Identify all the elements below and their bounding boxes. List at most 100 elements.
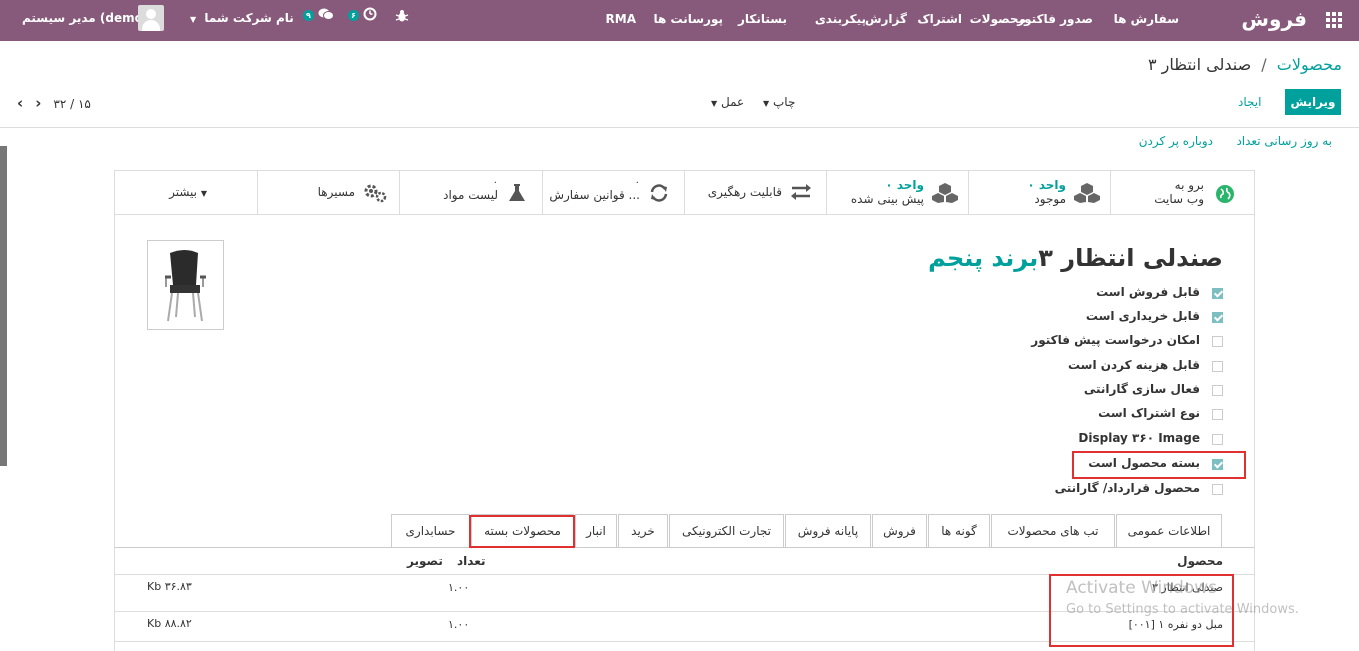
on-hand-label: موجود <box>1034 192 1066 206</box>
reordering-rules-button[interactable]: ۰ قوانین سفارش ... <box>542 171 684 214</box>
flag-label: قابل هزینه کردن است <box>1067 358 1200 372</box>
clock-icon <box>363 7 377 21</box>
tab-sales[interactable]: فروش <box>872 514 927 548</box>
chat-icon <box>318 8 335 20</box>
chevron-down-icon: ▼ <box>190 15 197 24</box>
go-to-website-button[interactable]: برو به وب سایت <box>1110 171 1254 214</box>
update-quantity-button[interactable]: به روز رسانی تعداد <box>1236 134 1332 148</box>
on-hand-value: ۰ واحد <box>1027 178 1066 192</box>
smart-buttons-box: برو به وب سایت ۰ واحد موجود ۰ واحد پیش ب… <box>115 171 1254 215</box>
pager-value[interactable]: ۳۲ / ۱۵ <box>53 97 90 111</box>
tab-general-info[interactable]: اطلاعات عمومی <box>1116 514 1222 548</box>
activities-badge: ۶ <box>348 10 359 21</box>
exchange-icon <box>790 183 812 203</box>
menu-orders[interactable]: سفارش ها <box>1114 12 1179 26</box>
traceability-label: قابلیت رهگیری <box>707 185 782 199</box>
checkbox-icon[interactable] <box>1212 409 1223 420</box>
activation-watermark-subtitle: Go to Settings to activate Windows. <box>1066 602 1299 617</box>
flag-label: محصول قرارداد/ گارانتی <box>1054 481 1200 495</box>
checkbox-icon[interactable] <box>1212 434 1223 445</box>
checkbox-icon[interactable] <box>1212 484 1223 495</box>
cubes-icon <box>932 183 958 203</box>
pager-next-icon[interactable]: › <box>35 94 41 112</box>
highlight-box-bundle-tab <box>469 515 575 548</box>
checkbox-icon[interactable] <box>1212 385 1223 396</box>
checkbox-checked-icon[interactable] <box>1212 312 1223 323</box>
cell-image-size[interactable]: Kb ۳۶.۸۳ <box>147 580 192 593</box>
bug-icon[interactable] <box>395 9 409 29</box>
tab-product-tabs[interactable]: تب های محصولات <box>991 514 1115 548</box>
product-name[interactable]: صندلی انتظار ۳برند پنجم <box>928 244 1223 272</box>
tab-inventory[interactable]: انبار <box>575 514 617 548</box>
breadcrumb-separator: / <box>1261 55 1267 74</box>
messages-button[interactable]: ۹ <box>303 7 335 27</box>
forecast-button[interactable]: ۰ واحد پیش بینی شده <box>826 171 968 214</box>
tab-variants[interactable]: گونه ها <box>928 514 990 548</box>
menu-invoicing[interactable]: صدور فاکتور <box>1017 12 1093 26</box>
bom-label: لیست مواد <box>443 188 498 202</box>
avatar-icon[interactable] <box>138 5 164 31</box>
column-header-qty[interactable]: تعداد <box>457 554 485 568</box>
bill-of-materials-button[interactable]: ۰ لیست مواد <box>399 171 542 214</box>
breadcrumb-products-link[interactable]: محصولات <box>1277 55 1342 74</box>
activities-button[interactable]: ۶ <box>348 7 377 27</box>
action-label: عمل <box>720 95 745 109</box>
more-button[interactable]: بیشتر ▼ <box>115 171 257 214</box>
pager-prev-icon[interactable]: ‹ <box>17 94 23 112</box>
edit-button[interactable]: ویرایش <box>1285 89 1341 115</box>
cell-image-size[interactable]: Kb ۸۸.۸۲ <box>147 617 192 630</box>
column-header-product[interactable]: محصول <box>1177 554 1223 568</box>
reordering-value: ۰ <box>634 177 640 188</box>
flask-icon <box>506 183 528 203</box>
checkbox-checked-icon[interactable] <box>1212 288 1223 299</box>
scrollbar[interactable] <box>0 146 7 466</box>
routes-button[interactable]: مسیرها <box>257 171 399 214</box>
menu-commissions[interactable]: پورسانت ها <box>654 12 723 26</box>
menu-products[interactable]: محصولات <box>970 12 1026 26</box>
tab-ecommerce[interactable]: تجارت الکترونیکی <box>669 514 784 548</box>
action-dropdown[interactable]: ▼ عمل <box>711 95 744 109</box>
apps-grid-icon[interactable] <box>1326 12 1343 29</box>
tab-point-of-sale[interactable]: پایانه فروش <box>785 514 871 548</box>
company-name: نام شرکت شما <box>204 11 294 25</box>
top-navbar: فروش سفارش ها صدور فاکتور محصولات اشتراک… <box>0 0 1359 41</box>
flag-label: قابل خریداری است <box>1085 309 1200 323</box>
product-name-part1: صندلی انتظار ۳ <box>1038 244 1223 272</box>
on-hand-button[interactable]: ۰ واحد موجود <box>968 171 1110 214</box>
activation-watermark-title: Activate Windows <box>1066 578 1217 598</box>
menu-subscriptions[interactable]: اشتراک <box>917 12 962 26</box>
chevron-down-icon: ▼ <box>200 189 207 198</box>
user-name: مدیر سیستم (demo) <box>22 11 149 25</box>
traceability-button[interactable]: قابلیت رهگیری <box>684 171 826 214</box>
more-label: بیشتر <box>169 185 198 199</box>
tabs-divider <box>115 547 1254 548</box>
company-switcher[interactable]: ▼ نام شرکت شما <box>190 11 294 31</box>
menu-configuration[interactable]: پیکربندی <box>815 12 866 26</box>
website-line1: برو به <box>1174 178 1204 192</box>
menu-rma[interactable]: RMA <box>606 12 636 26</box>
checkbox-icon[interactable] <box>1212 336 1223 347</box>
cell-qty: ۱.۰۰ <box>448 618 470 631</box>
app-brand[interactable]: فروش <box>1241 7 1307 31</box>
flag-label: نوع اشتراک است <box>1098 406 1200 420</box>
user-menu[interactable]: مدیر سیستم (demo) <box>22 11 148 31</box>
tab-purchase[interactable]: خرید <box>618 514 668 548</box>
bom-value: ۰ <box>492 177 498 188</box>
replenish-button[interactable]: دوباره پر کردن <box>1139 134 1213 148</box>
pager: ‹ › ۳۲ / ۱۵ <box>17 94 103 112</box>
website-line2: وب سایت <box>1154 192 1204 206</box>
create-button[interactable]: ایجاد <box>1238 95 1261 109</box>
breadcrumb-current: صندلی انتظار ۳ <box>1147 55 1252 74</box>
product-image[interactable] <box>147 240 224 330</box>
print-dropdown[interactable]: ▼ چاپ <box>763 95 795 109</box>
globe-icon <box>1214 184 1236 204</box>
cell-qty: ۱.۰۰ <box>448 581 470 594</box>
highlight-box-bundle-flag <box>1072 451 1246 479</box>
menu-reporting[interactable]: گزارش <box>865 12 907 26</box>
flag-label: امکان درخواست پیش فاکتور <box>1031 333 1200 347</box>
checkbox-icon[interactable] <box>1212 361 1223 372</box>
divider <box>0 127 1359 128</box>
column-header-image[interactable]: تصویر <box>407 554 443 568</box>
menu-creditor[interactable]: بستانکار <box>738 12 787 26</box>
tab-accounting[interactable]: حسابداری <box>391 514 470 548</box>
